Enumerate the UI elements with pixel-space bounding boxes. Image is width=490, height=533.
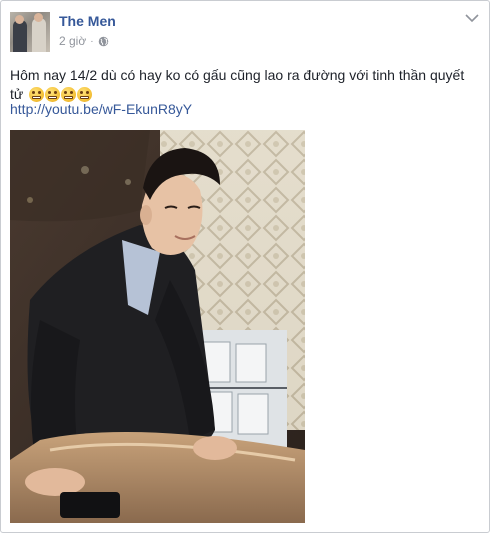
avatar-head-left: [15, 15, 24, 24]
chevron-down-icon[interactable]: [465, 13, 479, 23]
emoji-group: [29, 87, 93, 102]
post-card: The Men 2 giờ · Hôm nay 14/2 dù có hay k…: [0, 0, 490, 533]
post-meta: 2 giờ ·: [59, 34, 109, 48]
avatar-figure-left: [13, 20, 27, 52]
post-text: Hôm nay 14/2 dù có hay ko có gấu cũng la…: [10, 66, 480, 104]
avatar-head-right: [34, 13, 43, 22]
tired-face-emoji-icon: [61, 87, 77, 102]
avatar-figure-right: [32, 18, 46, 52]
post-link[interactable]: http://youtu.be/wF-EkunR8yY: [10, 101, 192, 117]
post-photo[interactable]: [10, 130, 305, 523]
author-avatar[interactable]: [10, 12, 50, 52]
photo-icon: [10, 130, 305, 523]
globe-icon[interactable]: [98, 36, 109, 47]
post-timestamp[interactable]: 2 giờ: [59, 34, 86, 48]
meta-separator: ·: [90, 35, 94, 47]
tired-face-emoji-icon: [77, 87, 93, 102]
tired-face-emoji-icon: [29, 87, 45, 102]
author-name[interactable]: The Men: [59, 13, 116, 29]
tired-face-emoji-icon: [45, 87, 61, 102]
